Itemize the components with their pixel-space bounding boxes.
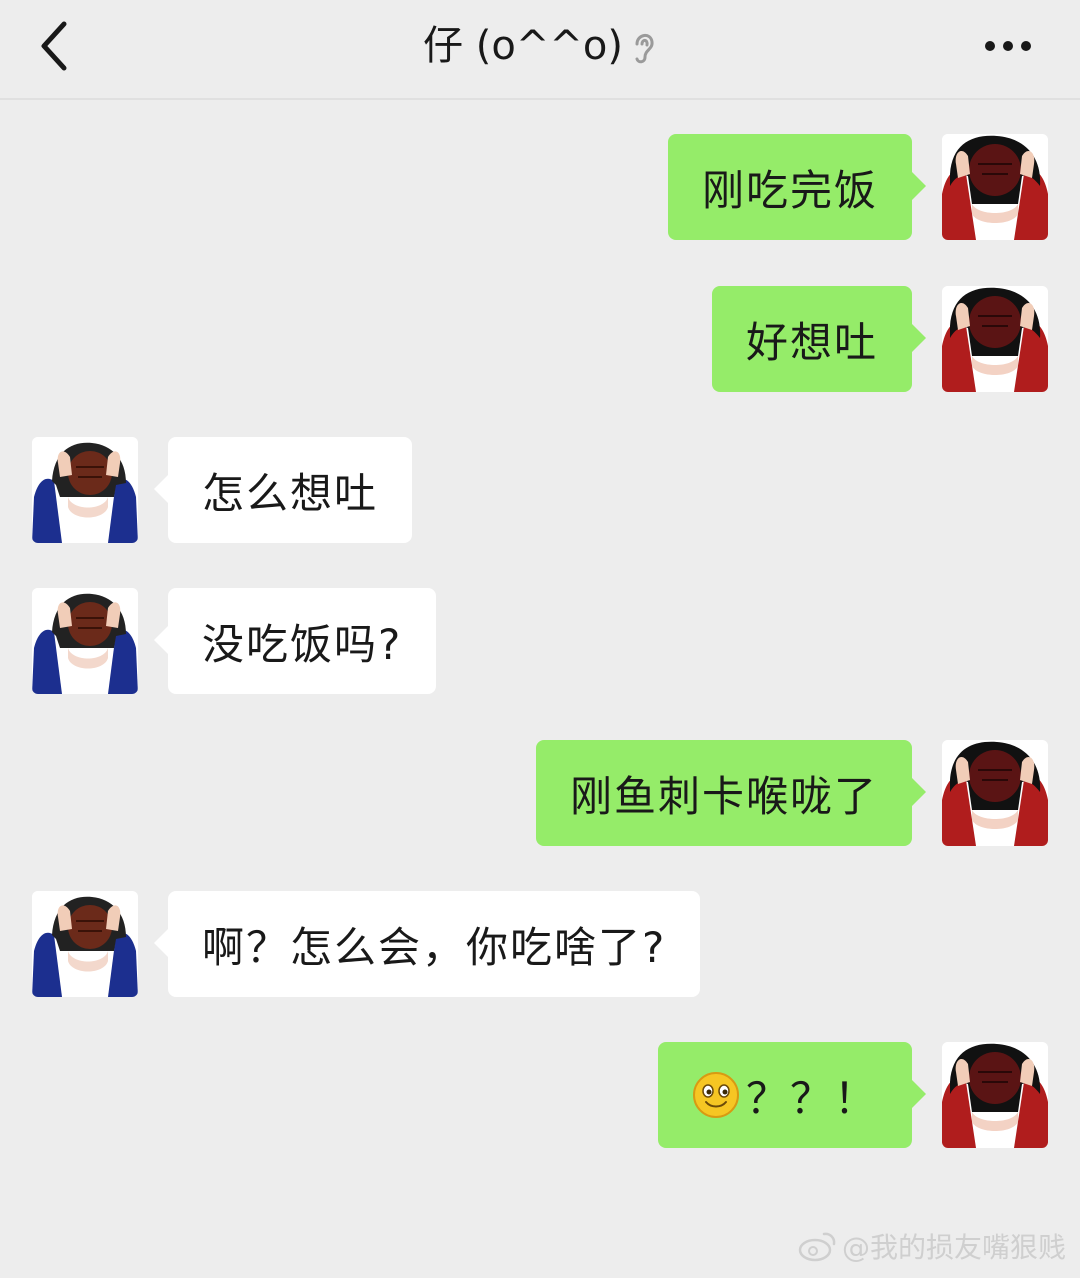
message-text: 啊？怎么会，你吃啥了? (202, 922, 667, 972)
message-bubble[interactable]: 刚鱼刺卡喉咙了 (535, 740, 927, 846)
avatar[interactable] (32, 891, 138, 997)
message-bubble[interactable]: ？？！ (657, 1042, 927, 1148)
message-row: 怎么想吐 (32, 437, 413, 543)
message-bubble[interactable]: 怎么想吐 (153, 437, 413, 543)
avatar[interactable] (942, 134, 1048, 240)
chat-title-text: 仔 (o^^o) (423, 23, 623, 69)
message-row: ？？！ (657, 1042, 1048, 1148)
avatar[interactable] (942, 740, 1048, 846)
message-row: 啊？怎么会，你吃啥了? (32, 891, 701, 997)
chat-header: 仔 (o^^o) (0, 0, 1080, 100)
more-dots-icon[interactable] (980, 28, 1036, 64)
message-text: 没吃饭吗? (202, 619, 403, 669)
watermark-text: @我的损友嘴狠贱 (841, 1231, 1066, 1264)
message-row: 好想吐 (711, 286, 1048, 392)
message-row: 刚鱼刺卡喉咙了 (535, 740, 1048, 846)
message-text: 怎么想吐 (202, 468, 379, 518)
avatar[interactable] (32, 588, 138, 694)
chat-title: 仔 (o^^o) (0, 20, 1080, 72)
message-bubble[interactable]: 没吃饭吗? (153, 588, 437, 694)
message-row: 没吃饭吗? (32, 588, 437, 694)
message-text: 好想吐 (745, 317, 878, 367)
message-text: ？？！ (745, 1073, 878, 1123)
message-text: 刚鱼刺卡喉咙了 (569, 771, 878, 821)
avatar[interactable] (942, 286, 1048, 392)
message-bubble[interactable]: 啊？怎么会，你吃啥了? (153, 891, 701, 997)
message-bubble[interactable]: 好想吐 (711, 286, 927, 392)
message-row: 刚吃完饭 (667, 134, 1048, 240)
smiley-icon (692, 1072, 739, 1118)
weibo-logo-icon (798, 1232, 836, 1262)
avatar[interactable] (942, 1042, 1048, 1148)
ear-icon (635, 34, 654, 64)
watermark: @我的损友嘴狠贱 (798, 1226, 1066, 1266)
message-bubble[interactable]: 刚吃完饭 (667, 134, 927, 240)
message-text: 刚吃完饭 (701, 165, 878, 215)
avatar[interactable] (32, 437, 138, 543)
